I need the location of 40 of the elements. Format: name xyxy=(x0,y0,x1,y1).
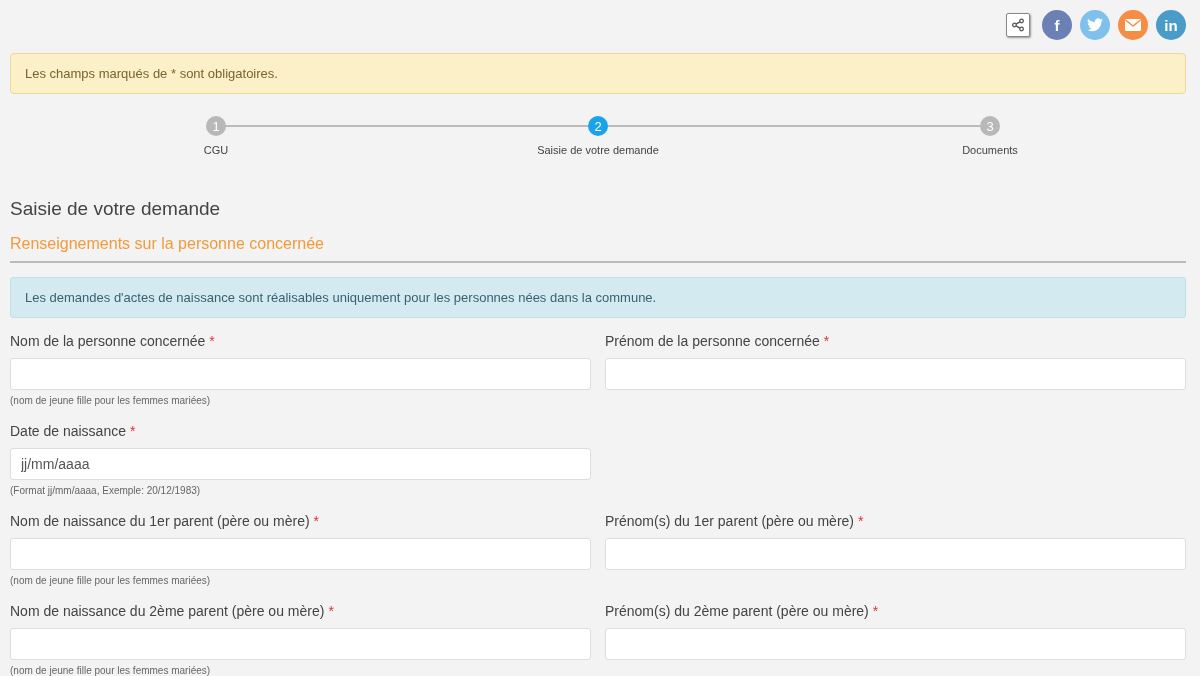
linkedin-icon[interactable]: in xyxy=(1156,10,1186,40)
field-label: Nom de naissance du 1er parent (père ou mère) xyxy=(10,513,310,529)
field-label: Date de naissance xyxy=(10,423,126,439)
step-label: Documents xyxy=(962,144,1018,156)
step-label: Saisie de votre demande xyxy=(537,144,659,156)
section-title: Renseignements sur la personne concernée xyxy=(10,235,1186,263)
required-asterisk: * xyxy=(858,513,864,529)
field-label: Prénom de la personne concernée xyxy=(605,333,820,349)
twitter-icon[interactable] xyxy=(1080,10,1110,40)
help-text: (nom de jeune fille pour les femmes mariées) xyxy=(10,665,212,676)
required-asterisk: * xyxy=(209,333,215,349)
help-text: (Format jj/mm/aaaa, Exemple: 20/12/1983) xyxy=(10,485,202,496)
required-asterisk: * xyxy=(823,333,830,349)
required-asterisk: * xyxy=(872,603,879,619)
required-fields-notice: Les champs marqués de * sont obligatoires. xyxy=(10,53,1186,94)
step-number[interactable]: 3 xyxy=(980,116,1000,136)
required-asterisk: * xyxy=(313,513,320,529)
input-field[interactable] xyxy=(10,358,591,390)
input-field[interactable] xyxy=(605,358,1186,390)
help-text: (nom de jeune fille pour les femmes mariées) xyxy=(10,395,212,406)
step-number[interactable]: 2 xyxy=(588,116,608,136)
field-label: Nom de naissance du 2ème parent (père ou mère) xyxy=(10,603,325,619)
step-number[interactable]: 1 xyxy=(206,116,226,136)
info-alert: Les demandes d'actes de naissance sont réalisables uniquement pour les personnes nées dans la commune. xyxy=(10,277,1186,318)
required-asterisk: * xyxy=(129,423,136,439)
input-field[interactable] xyxy=(10,628,591,660)
input-field[interactable] xyxy=(605,628,1186,660)
help-text: (nom de jeune fille pour les femmes mariées) xyxy=(10,575,212,586)
email-icon[interactable] xyxy=(1118,10,1148,40)
field-label: Prénom(s) du 1er parent (père ou mère) xyxy=(605,513,854,529)
input-field[interactable] xyxy=(605,538,1186,570)
field-label: Nom de la personne concernée xyxy=(10,333,206,349)
step-label: CGU xyxy=(203,144,229,156)
share-icon[interactable] xyxy=(1006,13,1030,37)
required-asterisk: * xyxy=(328,603,334,619)
input-field[interactable] xyxy=(10,538,591,570)
page-title: Saisie de votre demande xyxy=(10,198,222,220)
field-label: Prénom(s) du 2ème parent (père ou mère) xyxy=(605,603,869,619)
input-field[interactable]: jj/mm/aaaa xyxy=(10,448,591,480)
facebook-icon[interactable]: f xyxy=(1042,10,1072,40)
